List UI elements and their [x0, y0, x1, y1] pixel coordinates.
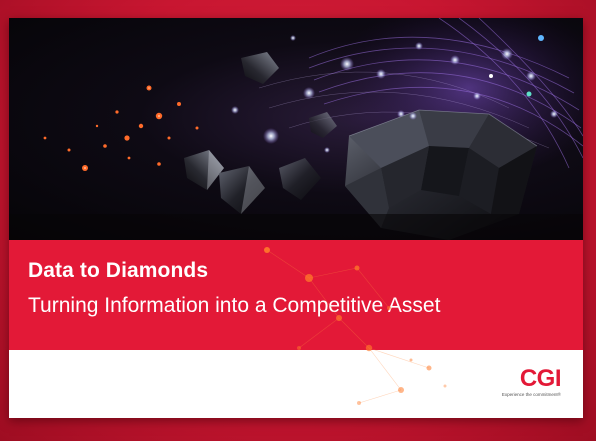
title-band: Data to Diamonds Turning Information int…: [9, 240, 583, 350]
cover-card: Data to Diamonds Turning Information int…: [9, 18, 583, 418]
hero-diamonds-image: [9, 18, 583, 240]
cover-subtitle: Turning Information into a Competitive A…: [28, 294, 441, 317]
footer: CGI Experience the commitment®: [9, 350, 583, 418]
cgi-logo: CGI Experience the commitment®: [501, 365, 562, 398]
cover-title: Data to Diamonds: [28, 259, 209, 282]
logo-mark: CGI: [519, 365, 562, 392]
logo-tagline: Experience the commitment®: [501, 392, 561, 397]
